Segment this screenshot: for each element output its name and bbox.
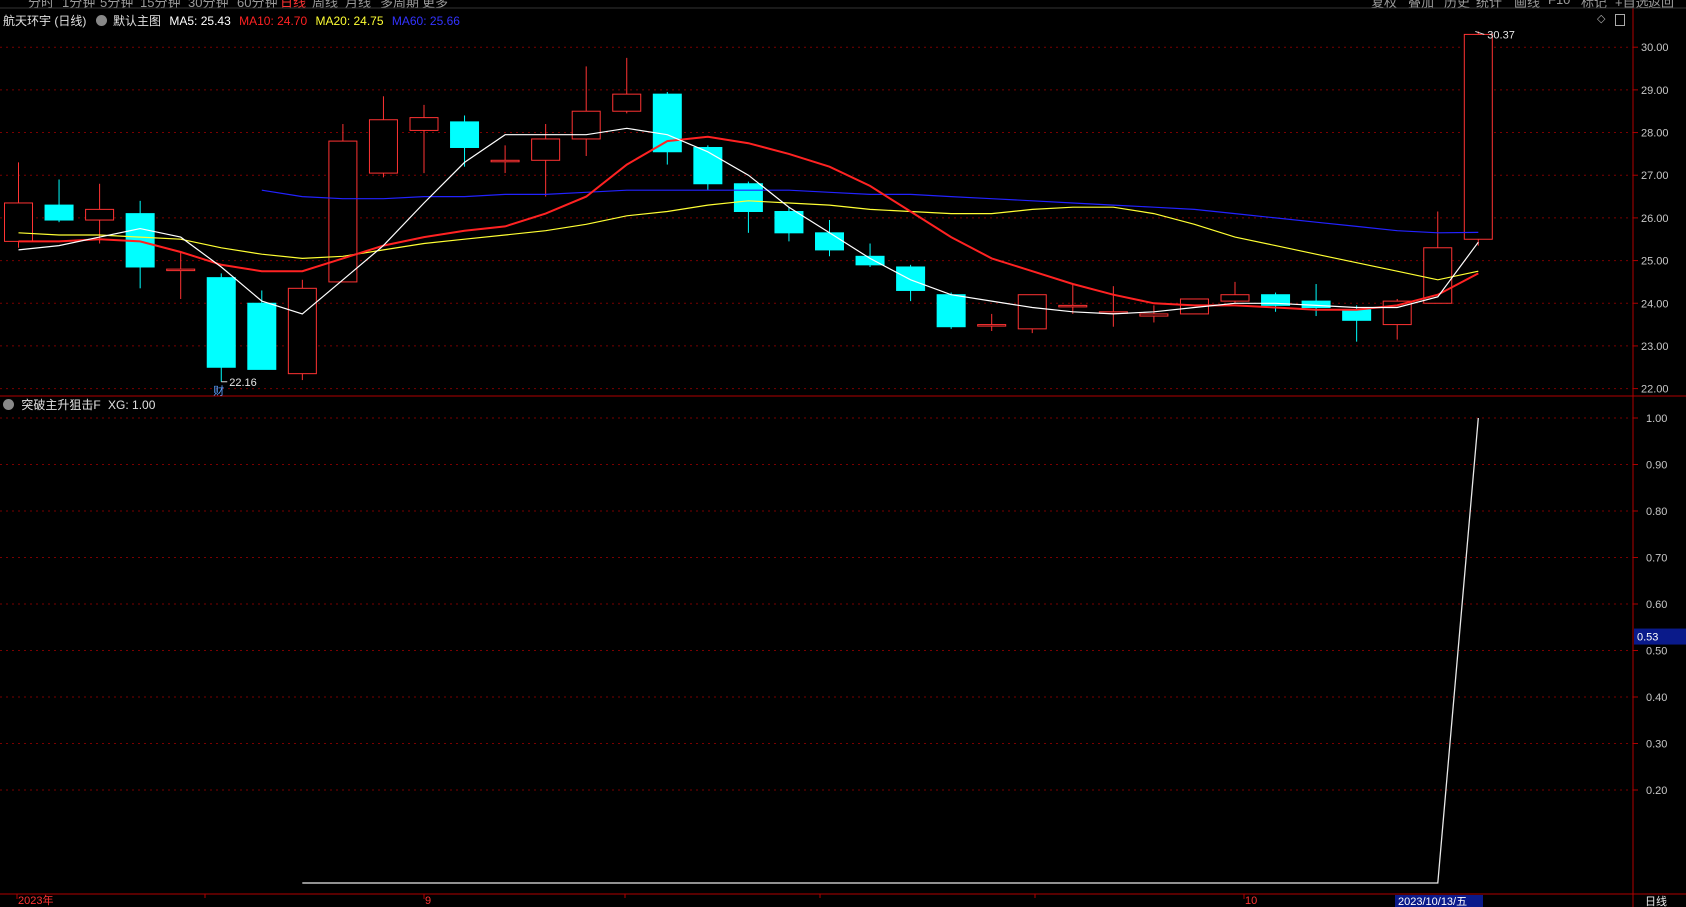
indicator-tick-label: 0.20 [1646,785,1667,797]
indicator-tick-label: 0.40 [1646,692,1667,704]
indicator-tick-label: 0.50 [1646,646,1667,658]
xg-signal-line [302,417,1479,884]
candle [571,66,601,157]
candle [44,179,74,223]
settings-gear-icon[interactable] [95,15,107,26]
candle-body [733,183,763,212]
indicator-value: XG: 1.00 [108,398,156,412]
candle-body [368,119,398,174]
candle-body [1220,294,1250,302]
candle [1463,31,1493,246]
indicator-tick-label: 0.60 [1646,599,1667,611]
cursor-date-label: 2023/10/13/五 [1398,896,1467,907]
candle-body [774,211,804,234]
candle-body [936,294,966,328]
candle-body [896,266,926,291]
candle-body [206,277,236,368]
candle [1017,294,1047,334]
candle-body [409,117,439,131]
ma5-label: MA5: 25.43 [169,14,231,28]
candle-body [1139,313,1169,317]
candle-body [1463,33,1493,240]
price-tick-label: 30.00 [1641,42,1669,54]
candle [652,92,682,165]
candle-body [287,287,317,375]
indicator-menu-icon[interactable] [3,399,14,410]
min-price-label: 22.16 [229,377,257,389]
price-tick-label: 22.00 [1641,384,1669,396]
stock-name[interactable]: 航天环宇 (日线) [3,14,86,28]
candle [612,57,642,114]
indicator-tick-label: 0.80 [1646,506,1667,518]
candle-body [85,208,115,221]
candle-body [1017,294,1047,330]
candle-body [1342,309,1372,321]
price-tick-label: 26.00 [1641,213,1669,225]
indicator-tick-label: 1.00 [1646,413,1667,425]
candle [247,290,277,370]
candle-body [44,204,74,221]
candle [1301,284,1331,317]
candle [450,115,480,167]
candle-body [1058,304,1088,308]
candle [409,104,439,174]
time-label: 10 [1245,895,1257,907]
candle-body [166,268,196,272]
time-label: 9 [425,895,431,907]
candle-body [652,93,682,153]
indicator-tick-label: 0.70 [1646,553,1667,565]
price-tick-label: 27.00 [1641,170,1669,182]
price-tick-label: 24.00 [1641,298,1669,310]
candle [936,292,966,329]
candle-body [693,146,723,185]
candle [977,313,1007,331]
candle [815,220,844,257]
max-price-label: 30.37 [1487,29,1515,41]
time-label: 2023年 [18,893,53,907]
candle [1058,284,1088,314]
chart-area[interactable]: 30.00 29.00 28.00 27.00 26.00 25.00 24.00 23.00… [0,0,1686,907]
candle-body [612,93,642,112]
ma20-label: MA20: 24.75 [315,14,384,28]
candle-body [815,232,844,251]
candle [1342,305,1372,342]
candle [4,162,33,248]
candle-body [531,138,561,161]
indicator-tick-label: 0.30 [1646,739,1667,751]
candle [1220,281,1250,304]
candle [166,252,196,299]
panel-switch-icon[interactable]: ◇ [1597,12,1605,25]
indicator-tick-label: 0.90 [1646,460,1667,472]
price-tick-label: 29.00 [1641,85,1669,97]
chart-template-name[interactable]: 默认主图 [113,14,161,28]
financial-report-marker: 财 [213,384,224,398]
candle [287,279,317,381]
candle [774,207,804,242]
indicator-name[interactable]: 突破主升狙击F [21,398,100,412]
period-label: 日线 [1645,894,1667,907]
ma60-line [261,189,1479,234]
price-tick-label: 23.00 [1641,341,1669,353]
candle [490,145,520,174]
candle-body [247,302,277,370]
candle [733,181,763,233]
candle-body [490,159,520,163]
current-value-label: 0.53 [1637,632,1658,644]
ma60-label: MA60: 25.66 [391,14,460,28]
main-chart-header: 航天环宇 (日线) 默认主图 MA5: 25.43 MA10: 24.70 MA… [3,12,460,29]
candle-body [4,202,33,242]
candle [206,273,236,382]
price-tick-label: 28.00 [1641,128,1669,140]
candle [1139,305,1169,323]
price-tick-label: 25.00 [1641,256,1669,268]
ma10-label: MA10: 24.70 [239,14,308,28]
candle-body [450,121,480,148]
sub-chart-header: 突破主升狙击F XG: 1.00 [3,396,155,413]
candle [368,96,398,178]
candle-body [977,324,1007,327]
window-toggle-icon[interactable] [1615,14,1625,26]
